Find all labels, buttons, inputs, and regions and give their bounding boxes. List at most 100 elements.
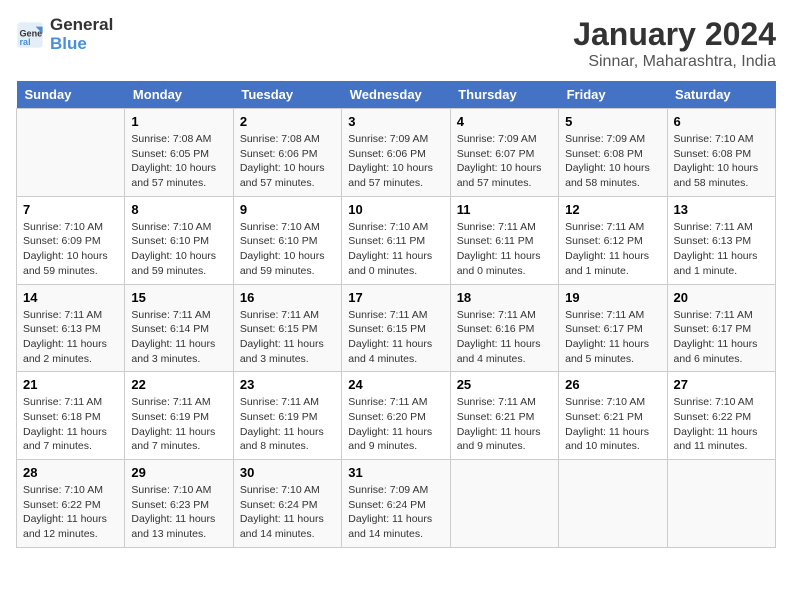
day-number: 9 [240,202,335,217]
day-info: Sunrise: 7:09 AM Sunset: 6:06 PM Dayligh… [348,132,443,191]
day-number: 1 [131,114,226,129]
calendar-cell: 24 Sunrise: 7:11 AM Sunset: 6:20 PM Dayli… [342,372,450,460]
day-number: 2 [240,114,335,129]
calendar-cell: 17 Sunrise: 7:11 AM Sunset: 6:15 PM Dayli… [342,284,450,372]
calendar-cell: 14Sunrise: 7:11 AM Sunset: 6:13 PM Dayli… [17,284,125,372]
day-info: Sunrise: 7:10 AM Sunset: 6:24 PM Dayligh… [240,483,335,542]
logo-text-line2: Blue [50,35,113,54]
weekday-header-cell: Monday [125,81,233,109]
day-info: Sunrise: 7:11 AM Sunset: 6:14 PM Dayligh… [131,308,226,367]
calendar-cell [559,460,667,548]
calendar-week-row: 7 Sunrise: 7:10 AM Sunset: 6:09 PM Daylig… [17,196,776,284]
day-number: 20 [674,290,769,305]
day-number: 19 [565,290,660,305]
day-number: 28 [23,465,118,480]
logo: Gene ral General Blue [16,16,113,53]
day-info: Sunrise: 7:08 AM Sunset: 6:05 PM Dayligh… [131,132,226,191]
weekday-header-cell: Sunday [17,81,125,109]
day-info: Sunrise: 7:10 AM Sunset: 6:22 PM Dayligh… [674,395,769,454]
calendar-cell: 23Sunrise: 7:11 AM Sunset: 6:19 PM Dayli… [233,372,341,460]
day-number: 3 [348,114,443,129]
day-info: Sunrise: 7:11 AM Sunset: 6:19 PM Dayligh… [131,395,226,454]
calendar-cell: 16 Sunrise: 7:11 AM Sunset: 6:15 PM Dayli… [233,284,341,372]
calendar-cell [667,460,775,548]
day-number: 22 [131,377,226,392]
day-info: Sunrise: 7:10 AM Sunset: 6:21 PM Dayligh… [565,395,660,454]
day-info: Sunrise: 7:11 AM Sunset: 6:21 PM Dayligh… [457,395,552,454]
day-number: 17 [348,290,443,305]
calendar-cell: 21 Sunrise: 7:11 AM Sunset: 6:18 PM Dayli… [17,372,125,460]
weekday-header-row: SundayMondayTuesdayWednesdayThursdayFrid… [17,81,776,109]
calendar-cell: 28 Sunrise: 7:10 AM Sunset: 6:22 PM Dayli… [17,460,125,548]
day-info: Sunrise: 7:10 AM Sunset: 6:08 PM Dayligh… [674,132,769,191]
calendar-week-row: 1 Sunrise: 7:08 AM Sunset: 6:05 PM Daylig… [17,109,776,197]
day-number: 6 [674,114,769,129]
calendar-cell: 9 Sunrise: 7:10 AM Sunset: 6:10 PM Daylig… [233,196,341,284]
day-info: Sunrise: 7:11 AM Sunset: 6:15 PM Dayligh… [348,308,443,367]
logo-icon: Gene ral [16,21,44,49]
day-info: Sunrise: 7:10 AM Sunset: 6:22 PM Dayligh… [23,483,118,542]
day-number: 31 [348,465,443,480]
calendar-cell: 26 Sunrise: 7:10 AM Sunset: 6:21 PM Dayli… [559,372,667,460]
day-number: 8 [131,202,226,217]
calendar-week-row: 28 Sunrise: 7:10 AM Sunset: 6:22 PM Dayli… [17,460,776,548]
day-number: 12 [565,202,660,217]
day-info: Sunrise: 7:11 AM Sunset: 6:19 PM Dayligh… [240,395,335,454]
day-info: Sunrise: 7:10 AM Sunset: 6:23 PM Dayligh… [131,483,226,542]
day-number: 16 [240,290,335,305]
day-number: 26 [565,377,660,392]
calendar-cell: 18Sunrise: 7:11 AM Sunset: 6:16 PM Dayli… [450,284,558,372]
day-info: Sunrise: 7:08 AM Sunset: 6:06 PM Dayligh… [240,132,335,191]
calendar-cell: 10Sunrise: 7:10 AM Sunset: 6:11 PM Dayli… [342,196,450,284]
header: Gene ral General Blue January 2024 Sinna… [16,16,776,71]
calendar-week-row: 21 Sunrise: 7:11 AM Sunset: 6:18 PM Dayli… [17,372,776,460]
day-info: Sunrise: 7:11 AM Sunset: 6:17 PM Dayligh… [674,308,769,367]
calendar-cell [450,460,558,548]
weekday-header-cell: Thursday [450,81,558,109]
day-number: 15 [131,290,226,305]
calendar-cell: 5Sunrise: 7:09 AM Sunset: 6:08 PM Daylig… [559,109,667,197]
day-info: Sunrise: 7:10 AM Sunset: 6:10 PM Dayligh… [131,220,226,279]
calendar-cell: 11Sunrise: 7:11 AM Sunset: 6:11 PM Dayli… [450,196,558,284]
weekday-header-cell: Tuesday [233,81,341,109]
day-info: Sunrise: 7:11 AM Sunset: 6:13 PM Dayligh… [674,220,769,279]
day-number: 4 [457,114,552,129]
day-number: 21 [23,377,118,392]
calendar-cell: 4 Sunrise: 7:09 AM Sunset: 6:07 PM Daylig… [450,109,558,197]
calendar-cell: 6 Sunrise: 7:10 AM Sunset: 6:08 PM Daylig… [667,109,775,197]
calendar-cell: 8 Sunrise: 7:10 AM Sunset: 6:10 PM Daylig… [125,196,233,284]
calendar-cell: 1 Sunrise: 7:08 AM Sunset: 6:05 PM Daylig… [125,109,233,197]
calendar-cell: 22 Sunrise: 7:11 AM Sunset: 6:19 PM Dayli… [125,372,233,460]
day-number: 5 [565,114,660,129]
calendar-cell: 12 Sunrise: 7:11 AM Sunset: 6:12 PM Dayli… [559,196,667,284]
day-info: Sunrise: 7:10 AM Sunset: 6:10 PM Dayligh… [240,220,335,279]
calendar-cell: 7 Sunrise: 7:10 AM Sunset: 6:09 PM Daylig… [17,196,125,284]
calendar-cell: 27Sunrise: 7:10 AM Sunset: 6:22 PM Dayli… [667,372,775,460]
day-info: Sunrise: 7:11 AM Sunset: 6:15 PM Dayligh… [240,308,335,367]
logo-text-line1: General [50,16,113,35]
day-info: Sunrise: 7:09 AM Sunset: 6:07 PM Dayligh… [457,132,552,191]
calendar-cell: 25Sunrise: 7:11 AM Sunset: 6:21 PM Dayli… [450,372,558,460]
day-number: 7 [23,202,118,217]
day-info: Sunrise: 7:11 AM Sunset: 6:17 PM Dayligh… [565,308,660,367]
calendar-cell: 3 Sunrise: 7:09 AM Sunset: 6:06 PM Daylig… [342,109,450,197]
calendar-cell: 31Sunrise: 7:09 AM Sunset: 6:24 PM Dayli… [342,460,450,548]
day-info: Sunrise: 7:11 AM Sunset: 6:12 PM Dayligh… [565,220,660,279]
svg-text:ral: ral [20,36,31,46]
day-number: 13 [674,202,769,217]
calendar-cell: 15 Sunrise: 7:11 AM Sunset: 6:14 PM Dayli… [125,284,233,372]
day-number: 30 [240,465,335,480]
day-number: 11 [457,202,552,217]
calendar-cell: 29Sunrise: 7:10 AM Sunset: 6:23 PM Dayli… [125,460,233,548]
weekday-header-cell: Friday [559,81,667,109]
day-info: Sunrise: 7:10 AM Sunset: 6:09 PM Dayligh… [23,220,118,279]
day-info: Sunrise: 7:11 AM Sunset: 6:18 PM Dayligh… [23,395,118,454]
day-info: Sunrise: 7:11 AM Sunset: 6:20 PM Dayligh… [348,395,443,454]
calendar-cell: 19 Sunrise: 7:11 AM Sunset: 6:17 PM Dayli… [559,284,667,372]
day-number: 18 [457,290,552,305]
calendar-cell: 30 Sunrise: 7:10 AM Sunset: 6:24 PM Dayli… [233,460,341,548]
weekday-header-cell: Wednesday [342,81,450,109]
day-number: 24 [348,377,443,392]
day-info: Sunrise: 7:10 AM Sunset: 6:11 PM Dayligh… [348,220,443,279]
day-number: 14 [23,290,118,305]
